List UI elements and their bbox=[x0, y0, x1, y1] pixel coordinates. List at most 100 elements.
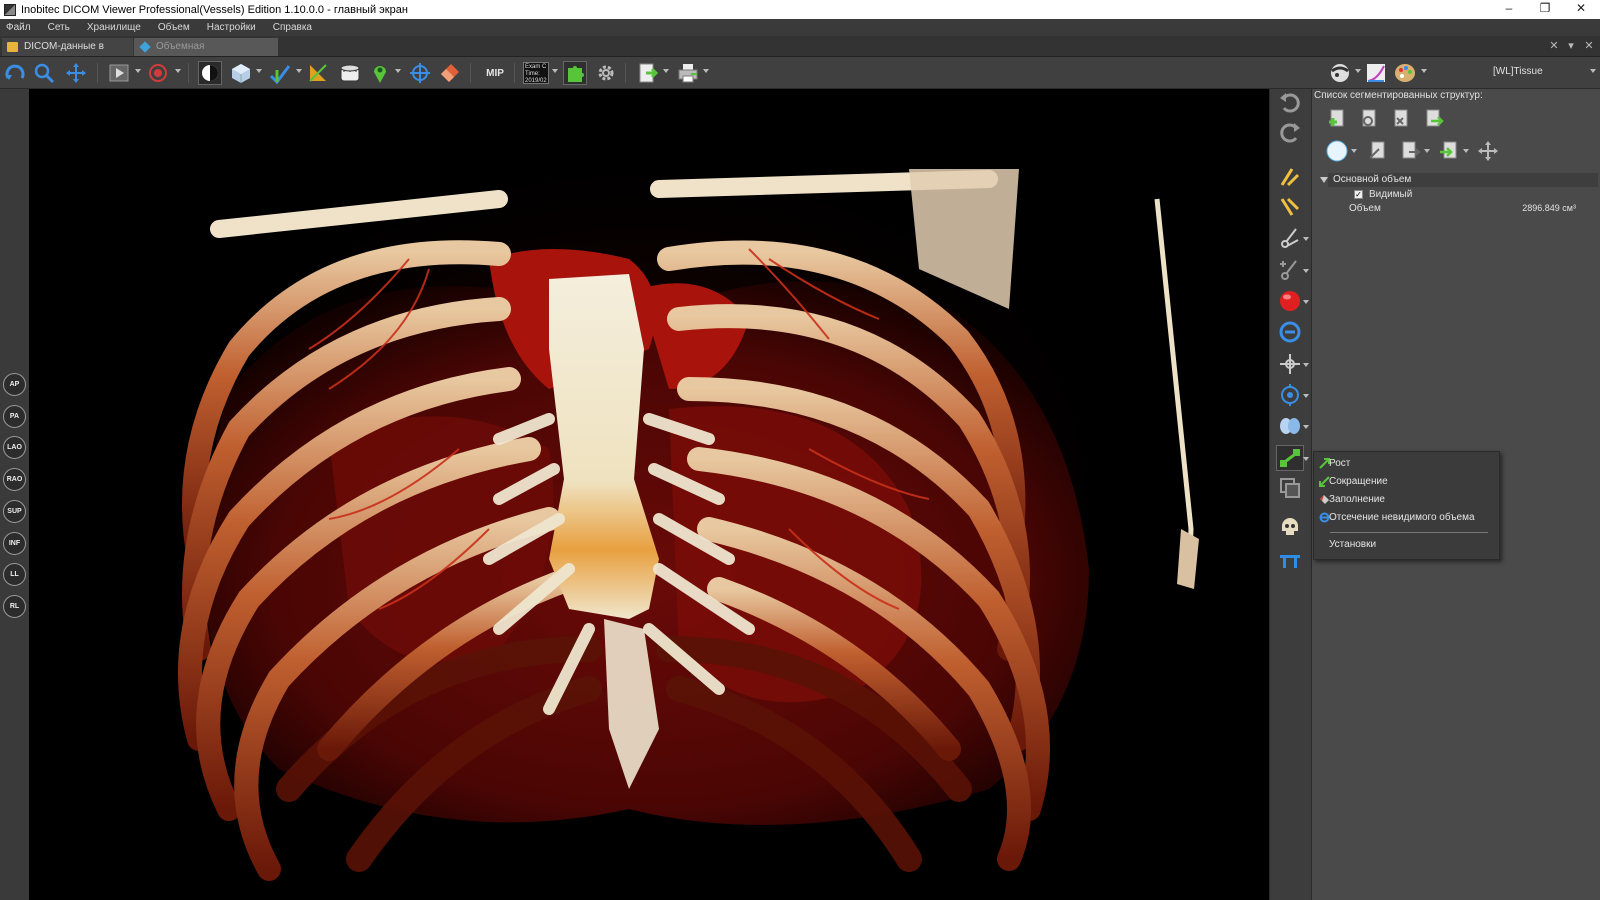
delete-structure-button[interactable] bbox=[1389, 107, 1413, 131]
tab-menu-icon[interactable]: ▾ bbox=[1565, 40, 1577, 52]
minimize-button[interactable]: – bbox=[1491, 0, 1527, 19]
ring-button[interactable] bbox=[1276, 319, 1304, 345]
export-button[interactable] bbox=[636, 61, 660, 85]
orient-rl-button[interactable]: RL bbox=[3, 595, 26, 618]
redo-button[interactable] bbox=[1276, 119, 1304, 145]
pin-dropdown-icon[interactable] bbox=[395, 69, 401, 73]
color-sphere-dropdown-icon[interactable] bbox=[1351, 149, 1357, 153]
pin-button[interactable] bbox=[368, 61, 392, 85]
import-dropdown-icon[interactable] bbox=[1463, 149, 1469, 153]
orient-sup-button[interactable]: SUP bbox=[3, 500, 26, 523]
branch-dropdown-icon[interactable] bbox=[1303, 457, 1309, 461]
menu-network[interactable]: Сеть bbox=[46, 22, 72, 33]
record-button[interactable] bbox=[146, 61, 170, 85]
zoom-button[interactable] bbox=[32, 61, 56, 85]
menu-item-grow[interactable]: Рост bbox=[1314, 455, 1499, 473]
examtime-button[interactable]: Exam C Time: 2019/02 bbox=[522, 61, 550, 85]
orient-inf-button[interactable]: INF bbox=[3, 532, 26, 555]
palette-button[interactable] bbox=[1393, 61, 1417, 85]
puzzle-button[interactable] bbox=[563, 61, 587, 85]
orient-ll-button[interactable]: LL bbox=[3, 563, 26, 586]
preset-select[interactable]: [WL]Tissue bbox=[1493, 66, 1543, 77]
sphere-dropdown-icon[interactable] bbox=[1355, 69, 1361, 73]
menu-item-settings[interactable]: Установки bbox=[1314, 536, 1499, 554]
menu-settings[interactable]: Настройки bbox=[205, 22, 258, 33]
move-point-button[interactable] bbox=[1276, 351, 1304, 377]
tab-volume-reconstruction[interactable]: Объемная реконструкция bbox=[134, 38, 278, 70]
close-button[interactable]: ✕ bbox=[1563, 0, 1599, 19]
add-structure-button[interactable] bbox=[1325, 107, 1349, 131]
scissors-dropdown-icon[interactable] bbox=[1303, 237, 1309, 241]
sphere-button[interactable] bbox=[1328, 61, 1352, 85]
play-button[interactable] bbox=[107, 61, 131, 85]
pan-button[interactable] bbox=[64, 61, 88, 85]
transfer-structure-button[interactable] bbox=[1398, 139, 1422, 163]
lungs-dropdown-icon[interactable] bbox=[1303, 425, 1309, 429]
cut-tool-button[interactable] bbox=[1276, 164, 1304, 190]
transfer-dropdown-icon[interactable] bbox=[1424, 149, 1430, 153]
menu-item-shrink[interactable]: Сокращение bbox=[1314, 473, 1499, 491]
export-dropdown-icon[interactable] bbox=[663, 69, 669, 73]
orient-rao-button[interactable]: RAO bbox=[3, 468, 26, 491]
close-panel-icon[interactable]: ✕ bbox=[1583, 40, 1595, 52]
collapse-icon[interactable] bbox=[1320, 177, 1328, 183]
tab-dicom-folder[interactable]: DICOM-данные в папке bbox=[2, 38, 133, 70]
menu-storage[interactable]: Хранилище bbox=[85, 22, 143, 33]
branch-button[interactable] bbox=[1276, 445, 1304, 471]
close-tab-icon[interactable]: ✕ bbox=[1548, 40, 1560, 52]
clear-structure-button[interactable] bbox=[1366, 139, 1390, 163]
orient-ap-button[interactable]: AP bbox=[3, 373, 26, 396]
examtime-dropdown-icon[interactable] bbox=[552, 69, 558, 73]
orient-pa-button[interactable]: PA bbox=[3, 405, 26, 428]
rotate-button[interactable] bbox=[3, 61, 27, 85]
menu-help[interactable]: Справка bbox=[271, 22, 314, 33]
target-dropdown-icon[interactable] bbox=[1303, 394, 1309, 398]
reload-structure-button[interactable] bbox=[1357, 107, 1381, 131]
preset-dropdown-icon[interactable] bbox=[1590, 69, 1596, 73]
branch-icon bbox=[1280, 449, 1300, 467]
tree-item-main-volume[interactable]: Основной объем bbox=[1320, 173, 1598, 187]
table-button[interactable] bbox=[1276, 546, 1304, 572]
target-button[interactable] bbox=[1276, 382, 1304, 408]
scissors-plus-button[interactable] bbox=[1276, 257, 1304, 283]
skull-button[interactable] bbox=[1276, 514, 1304, 540]
move-structure-button[interactable] bbox=[1476, 139, 1500, 163]
scissors-button[interactable] bbox=[1276, 225, 1304, 251]
record-dropdown-icon[interactable] bbox=[175, 69, 181, 73]
palette-dropdown-icon[interactable] bbox=[1421, 69, 1427, 73]
print-dropdown-icon[interactable] bbox=[703, 69, 709, 73]
volume-render-viewport[interactable] bbox=[29, 89, 1269, 900]
mip-button[interactable]: MIP bbox=[480, 61, 510, 85]
red-sphere-dropdown-icon[interactable] bbox=[1303, 300, 1309, 304]
play-dropdown-icon[interactable] bbox=[135, 69, 141, 73]
orient-lao-button[interactable]: LAO bbox=[3, 436, 26, 459]
restore-button[interactable]: ❐ bbox=[1527, 0, 1563, 19]
settings-button[interactable] bbox=[594, 61, 618, 85]
cube-dropdown-icon[interactable] bbox=[256, 69, 262, 73]
contrast-button[interactable] bbox=[198, 61, 222, 85]
angle-button[interactable] bbox=[306, 61, 330, 85]
crosshair-button[interactable] bbox=[408, 61, 432, 85]
menu-item-cut-invisible[interactable]: Отсечение невидимого объема bbox=[1314, 509, 1499, 527]
vessel-dropdown-icon[interactable] bbox=[296, 69, 302, 73]
menu-file[interactable]: Файл bbox=[4, 22, 33, 33]
print-button[interactable] bbox=[676, 61, 700, 85]
copy-layers-button[interactable] bbox=[1276, 475, 1304, 501]
lungs-button[interactable] bbox=[1276, 413, 1304, 439]
move-point-dropdown-icon[interactable] bbox=[1303, 363, 1309, 367]
color-sphere-button[interactable] bbox=[1325, 139, 1349, 163]
vessel-button[interactable] bbox=[268, 61, 292, 85]
scissors-plus-dropdown-icon[interactable] bbox=[1303, 269, 1309, 273]
menu-item-fill[interactable]: Заполнение bbox=[1314, 491, 1499, 509]
export-structure-button[interactable] bbox=[1421, 107, 1445, 131]
undo-button[interactable] bbox=[1276, 89, 1304, 115]
eraser-button[interactable] bbox=[438, 61, 462, 85]
visible-checkbox[interactable]: ✓ bbox=[1354, 190, 1363, 199]
menu-volume[interactable]: Объем bbox=[156, 22, 192, 33]
curve-button[interactable] bbox=[1364, 61, 1388, 85]
import-structure-button[interactable] bbox=[1437, 139, 1461, 163]
cube-button[interactable] bbox=[229, 61, 253, 85]
ruler-button[interactable] bbox=[338, 61, 362, 85]
red-sphere-button[interactable] bbox=[1276, 288, 1304, 314]
free-cut-button[interactable] bbox=[1276, 194, 1304, 220]
